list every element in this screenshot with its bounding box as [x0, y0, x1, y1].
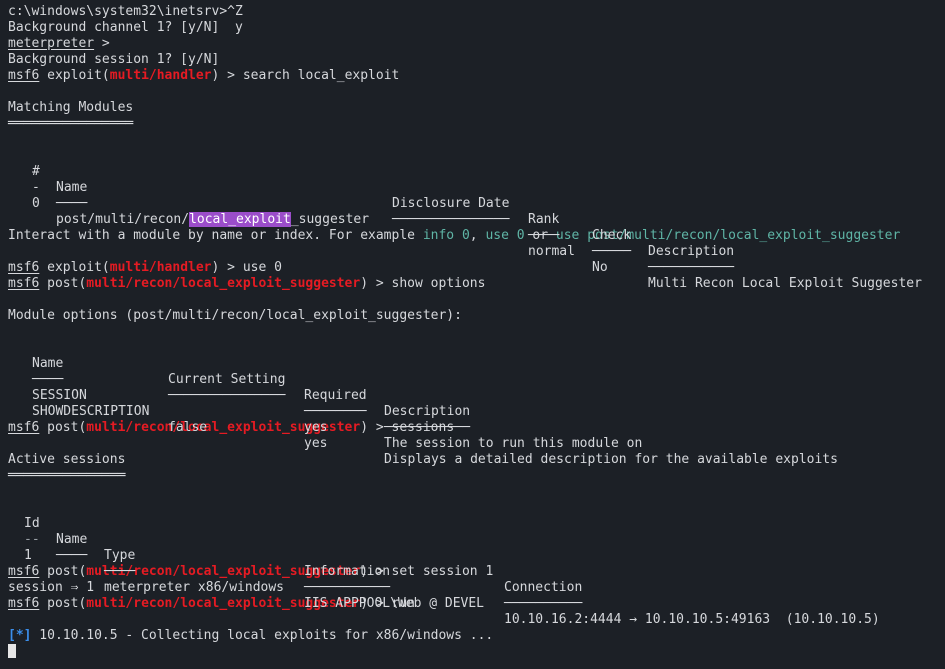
output-line: Background channel 1? [y/N] y	[8, 20, 243, 35]
search-highlight: local_exploit	[189, 212, 291, 227]
table-header: Id Name Type Information Connection	[24, 516, 583, 595]
table-row: SHOWDESCRIPTION false yes Displays a det…	[32, 404, 838, 467]
msf-prompt-line: msf6 post(multi/recon/local_exploit_sugg…	[8, 564, 494, 579]
msf-prompt-line: msf6 exploit(multi/handler) > use 0	[8, 260, 282, 275]
command-text: search local_exploit	[242, 68, 400, 83]
input-line[interactable]	[8, 644, 945, 660]
table-header-underline: - ──── ─────────────── ──── ───── ──────…	[32, 180, 735, 275]
module-path: post/multi/recon/local_exploit_suggester	[56, 212, 370, 227]
command-text: show options	[391, 276, 486, 291]
table-row: 0 post/multi/recon/local_exploit_suggest…	[32, 196, 922, 291]
table-row: SESSION yes The session to run this modu…	[32, 388, 643, 451]
section-underline: ════════════════	[8, 116, 134, 131]
meterpreter-prompt-line: meterpreter >	[8, 36, 110, 51]
table-header: # Name Disclosure Date Rank Check Descri…	[32, 164, 735, 259]
cursor-block[interactable]	[8, 644, 16, 658]
table-header: Name Current Setting Required Descriptio…	[32, 356, 471, 419]
msf-prompt-line: msf6 exploit(multi/handler) > search loc…	[8, 68, 400, 83]
status-line: [*] 10.10.10.5 - Collecting local exploi…	[8, 628, 494, 643]
module-name: multi/handler	[109, 68, 212, 83]
module-name: multi/recon/local_exploit_suggester	[86, 276, 361, 291]
msf6-prompt: msf6	[8, 68, 40, 83]
section-title: Module options (post/multi/recon/local_e…	[8, 308, 462, 323]
command-text: use 0	[242, 260, 282, 275]
table-row: 1 meterpreter x86/windows IIS APPPOOL\We…	[24, 548, 880, 627]
hint-command: use 0	[485, 228, 525, 243]
table-header-underline: ──── ─────────────── ──────── ──────────…	[32, 372, 471, 435]
command-text: set session 1	[391, 564, 494, 579]
module-name: multi/handler	[109, 260, 212, 275]
section-underline: ═══════════════	[8, 468, 126, 483]
terminal-window[interactable]: c:\windows\system32\inetsrv>^Z Backgroun…	[0, 0, 945, 669]
interact-hint: Interact with a module by name or index.…	[8, 228, 901, 243]
meterpreter-prompt: meterpreter	[8, 36, 95, 51]
hint-command: info 0	[422, 228, 470, 243]
section-title: Matching Modules	[8, 100, 134, 115]
output-line: c:\windows\system32\inetsrv>^Z	[8, 4, 243, 19]
output-line: Background session 1? [y/N]	[8, 52, 220, 67]
msf-prompt-line: msf6 post(multi/recon/local_exploit_sugg…	[8, 420, 455, 435]
table-header-underline: -- ──── ──── ─────────── ──────────	[24, 532, 583, 611]
